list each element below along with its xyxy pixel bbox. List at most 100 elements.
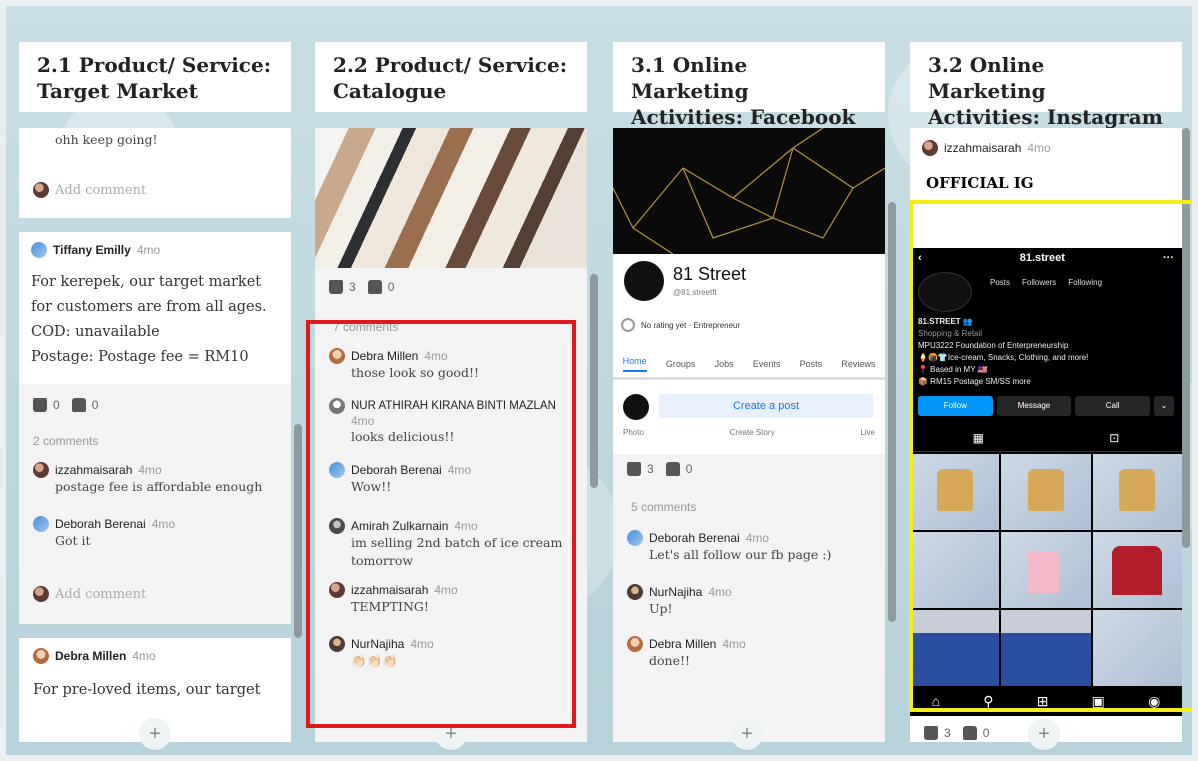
scrollbar[interactable] xyxy=(590,274,598,488)
page-handle: @81.streetft xyxy=(673,288,717,297)
column-target-market: 2.1 Product/ Service: Target Market ohh … xyxy=(19,42,302,742)
thumbs-up-icon[interactable] xyxy=(924,726,938,740)
food-image[interactable] xyxy=(315,128,587,268)
comment-author: NurNajiha xyxy=(649,585,703,599)
avatar xyxy=(627,584,643,600)
post-body: For kerepek, our target market for custo… xyxy=(31,270,279,370)
comment-author: Deborah Berenai xyxy=(55,517,146,531)
like-count: 0 xyxy=(53,398,60,412)
tab-groups: Groups xyxy=(665,358,696,369)
author-name: izzahmaisarah xyxy=(944,141,1022,155)
post-card[interactable]: Tiffany Emilly 4mo For kerepek, our targ… xyxy=(19,232,291,384)
comment: NurNajiha 4mo Up! xyxy=(627,584,883,618)
yellow-highlight-box xyxy=(909,200,1198,712)
create-story-action: Create Story xyxy=(729,428,775,437)
comment-text: Let's all follow our fb page :) xyxy=(649,547,832,562)
comment: Debra Millen 4mo done!! xyxy=(627,636,883,670)
reactions: 3 0 xyxy=(329,280,394,294)
tab-reviews: Reviews xyxy=(841,358,876,369)
create-post-box: Create a post Photo Create Story Live xyxy=(613,386,885,454)
add-comment-label: Add comment xyxy=(55,586,147,602)
post-line: Postage: Postage fee = RM10 xyxy=(31,349,249,365)
photo-action: Photo xyxy=(623,428,644,437)
column-catalogue: 2.2 Product/ Service: Catalogue 3 0 7 co… xyxy=(315,42,598,742)
column-header: 3.1 Online Marketing Activities: Faceboo… xyxy=(613,42,885,129)
comments-count[interactable]: 2 comments xyxy=(33,434,277,448)
comment: izzahmaisarah 4mo postage fee is afforda… xyxy=(33,462,277,496)
dislike-count: 0 xyxy=(685,462,693,476)
avatar xyxy=(623,394,649,420)
add-post-button[interactable]: + xyxy=(139,718,171,750)
avatar xyxy=(627,530,643,546)
column-header: 3.2 Online Marketing Activities: Instagr… xyxy=(910,42,1182,129)
avatar xyxy=(33,516,49,532)
post-title: OFFICIAL IG xyxy=(926,174,1034,192)
thumbs-down-icon[interactable] xyxy=(71,398,86,412)
column-facebook: 3.1 Online Marketing Activities: Faceboo… xyxy=(613,42,896,742)
add-comment-button[interactable]: Add comment xyxy=(33,182,146,198)
tab-posts: Posts xyxy=(799,358,823,369)
thumbs-down-icon[interactable] xyxy=(962,726,977,740)
comment-author: Deborah Berenai xyxy=(649,531,740,545)
comment-time: 4mo xyxy=(708,585,732,599)
post-time: 4mo xyxy=(136,243,161,257)
dislike-count: 0 xyxy=(387,280,395,294)
column-header: 2.2 Product/ Service: Catalogue xyxy=(315,42,587,112)
scrollbar[interactable] xyxy=(294,424,302,638)
comment-text: done!! xyxy=(649,653,691,668)
thumbs-down-icon[interactable] xyxy=(367,280,382,294)
page-tabs: Home Groups Jobs Events Posts Reviews xyxy=(613,350,885,380)
post-line: For kerepek, our target market xyxy=(31,274,262,290)
avatar xyxy=(33,648,49,664)
scrollbar[interactable] xyxy=(888,202,896,622)
thumbs-down-icon[interactable] xyxy=(665,462,680,476)
avatar xyxy=(31,242,47,258)
cover-image xyxy=(613,128,885,254)
thumbs-up-icon[interactable] xyxy=(329,280,343,294)
comment-time: 4mo xyxy=(745,531,770,545)
comment: Deborah Berenai 4mo Let's all follow our … xyxy=(627,530,883,564)
comments-count[interactable]: 5 comments xyxy=(631,500,696,514)
comment-time: 4mo xyxy=(138,463,162,477)
column-header: 2.1 Product/ Service: Target Market xyxy=(19,42,291,112)
dislike-count: 0 xyxy=(982,726,990,740)
author-name: Tiffany Emilly xyxy=(53,243,131,257)
post-author: Tiffany Emilly 4mo xyxy=(31,242,279,258)
thumbs-up-icon[interactable] xyxy=(33,398,47,412)
add-comment-button[interactable]: Add comment xyxy=(33,586,277,602)
page-logo xyxy=(621,258,667,304)
add-comment-label: Add comment xyxy=(55,182,147,198)
comment-author: izzahmaisarah xyxy=(55,463,133,477)
comment-text: postage fee is affordable enough xyxy=(55,479,263,494)
post-footer: 0 0 2 comments izzahmaisarah 4mo postage… xyxy=(19,384,291,624)
tab-jobs: Jobs xyxy=(714,358,734,369)
comment-time: 4mo xyxy=(722,637,746,651)
add-post-button[interactable]: + xyxy=(731,718,763,750)
post-line: COD: unavailable xyxy=(31,324,160,340)
like-count: 3 xyxy=(349,280,356,294)
thumbs-up-icon[interactable] xyxy=(627,462,641,476)
facebook-screenshot[interactable]: 81 Street @81.streetft No rating yet · E… xyxy=(613,128,885,454)
avatar xyxy=(33,182,49,198)
column-instagram: 3.2 Online Marketing Activities: Instagr… xyxy=(910,42,1190,742)
avatar xyxy=(33,586,49,602)
comment-author: Debra Millen xyxy=(649,637,717,651)
post-body: For pre-loved items, our target xyxy=(33,682,261,698)
comment-list: Deborah Berenai 4mo Let's all follow our … xyxy=(627,530,883,670)
comment-time: 4mo xyxy=(151,517,176,531)
post-card[interactable]: 81 Street @81.streetft No rating yet · E… xyxy=(613,128,885,742)
comment-text: Got it xyxy=(55,533,91,548)
reactions: 0 0 xyxy=(33,398,277,412)
post-card[interactable]: ohh keep going! Add comment xyxy=(19,128,291,218)
like-count: 3 xyxy=(647,462,654,476)
post-author: Debra Millen 4mo xyxy=(33,648,277,664)
add-post-button[interactable]: + xyxy=(1028,718,1060,750)
red-highlight-box xyxy=(306,320,576,728)
post-line: for customers are from all ages. xyxy=(31,299,267,315)
reactions: 3 0 xyxy=(924,726,989,740)
comment-text: Up! xyxy=(649,601,673,616)
dislike-count: 0 xyxy=(91,398,99,412)
comment-text: ohh keep going! xyxy=(55,132,158,147)
page-name: 81 Street xyxy=(673,264,747,284)
tab-home: Home xyxy=(622,356,647,372)
